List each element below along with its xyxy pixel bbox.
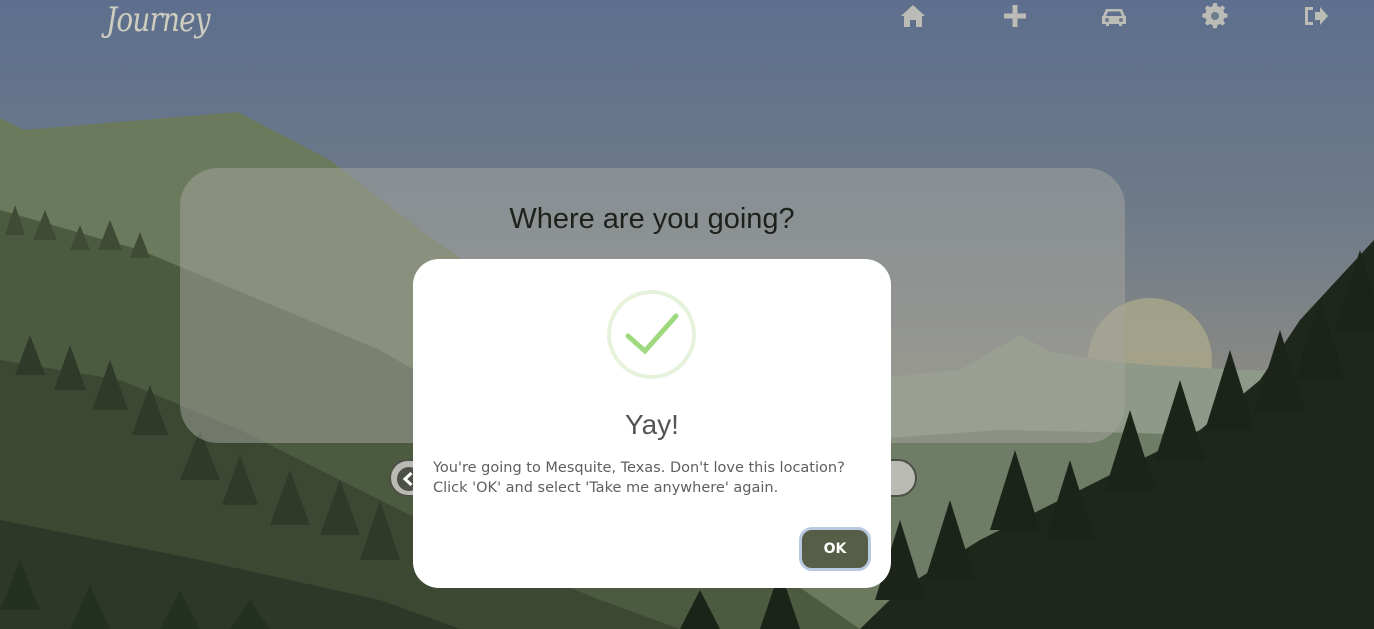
- sign-out-icon[interactable]: [1302, 3, 1330, 29]
- modal-message-line-1: You're going to Mesquite, Texas. Don't l…: [433, 460, 845, 476]
- car-icon[interactable]: [1100, 3, 1128, 29]
- ok-button[interactable]: OK: [799, 527, 871, 571]
- app-logo[interactable]: Journey: [106, 0, 211, 40]
- destination-prompt: Where are you going?: [509, 203, 795, 235]
- plus-icon[interactable]: [1001, 3, 1029, 29]
- modal-message: You're going to Mesquite, Texas. Don't l…: [433, 458, 879, 498]
- modal-message-line-2: Click 'OK' and select 'Take me anywhere'…: [433, 480, 779, 496]
- home-icon[interactable]: [899, 3, 927, 29]
- success-modal: Yay! You're going to Mesquite, Texas. Do…: [413, 259, 891, 588]
- modal-title: Yay!: [625, 409, 679, 440]
- top-navigation-bar: Journey: [0, 0, 1374, 60]
- gear-icon[interactable]: [1201, 3, 1229, 29]
- success-check-icon: [607, 290, 696, 379]
- checkmark-icon: [625, 313, 679, 355]
